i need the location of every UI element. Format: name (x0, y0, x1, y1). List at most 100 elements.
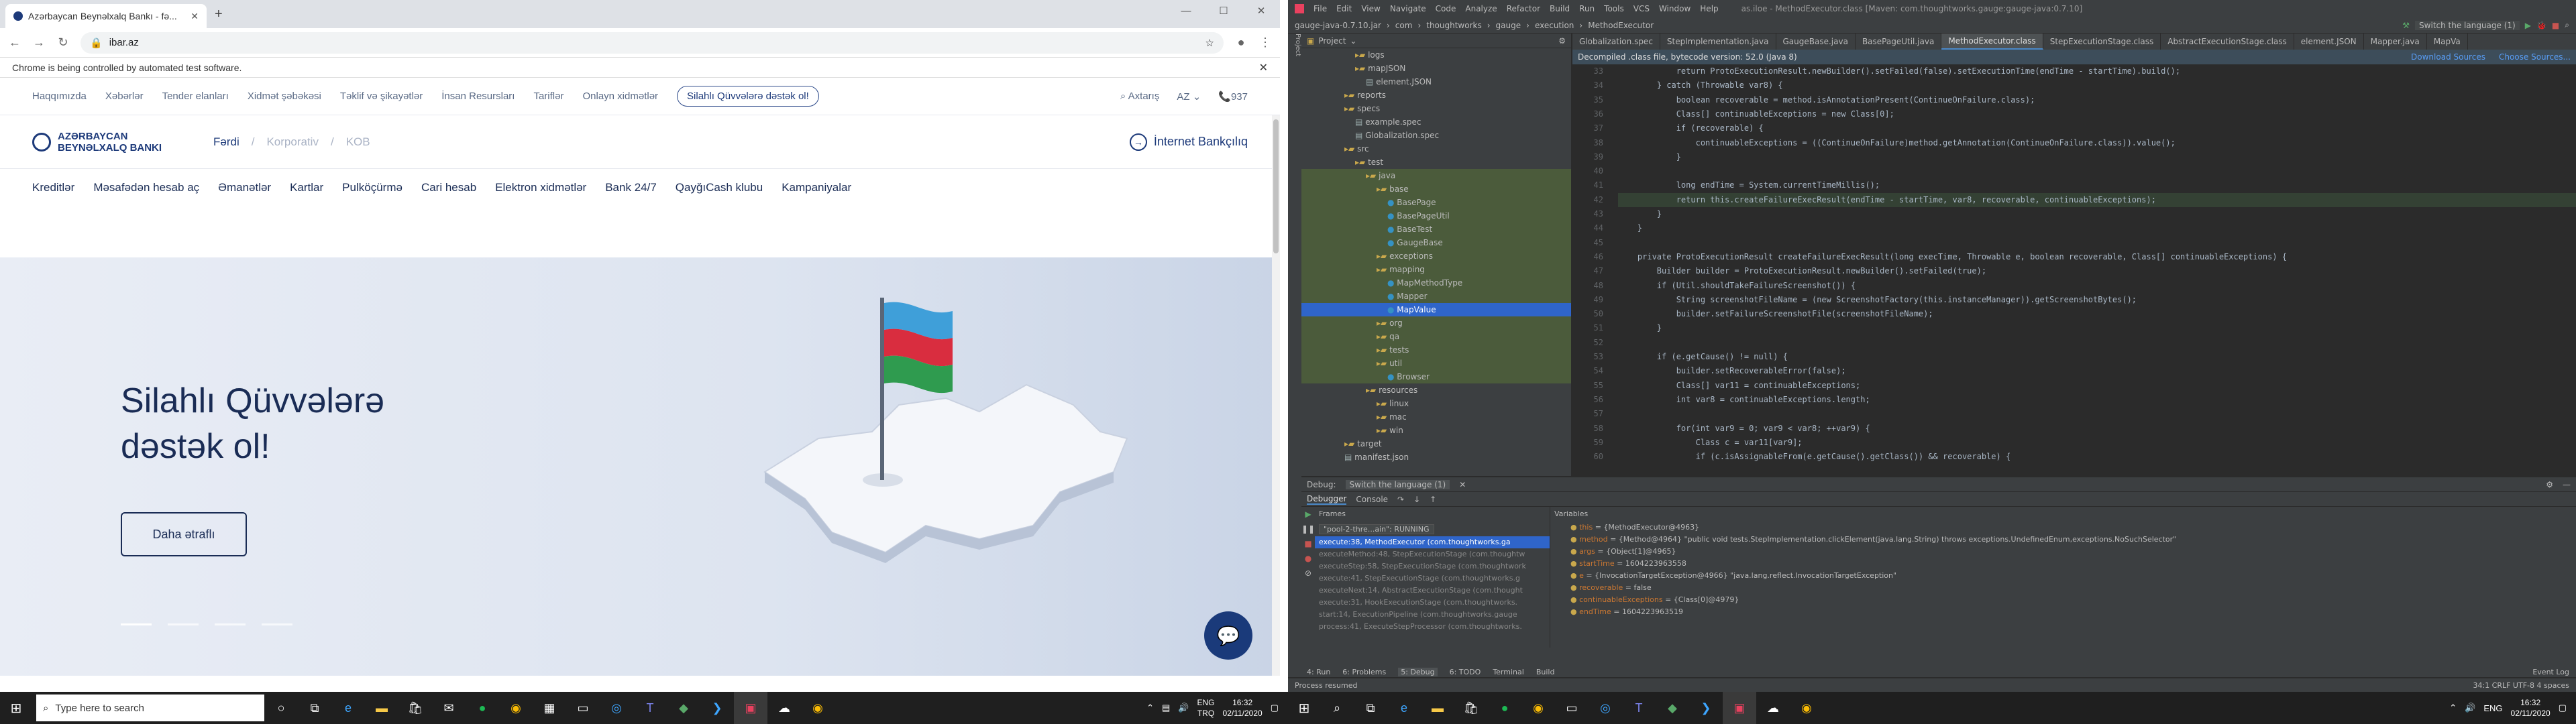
stack-frame[interactable]: execute:41, StepExecutionStage (com.thou… (1315, 572, 1550, 585)
editor-tab[interactable]: BasePageUtil.java (1856, 34, 1942, 50)
tree-node[interactable]: ▤ example.spec (1301, 115, 1571, 129)
tree-node[interactable]: ▸▰ win (1301, 424, 1571, 437)
chrome-icon[interactable]: ◉ (1790, 692, 1823, 724)
search-everywhere-icon[interactable]: ⌕ (2565, 20, 2569, 30)
tree-node[interactable]: ▸▰ specs (1301, 102, 1571, 115)
step-over-icon[interactable]: ↷ (1397, 495, 1404, 504)
tree-node[interactable]: ▸▰ reports (1301, 88, 1571, 102)
breadcrumb-item[interactable]: gauge (1496, 21, 1521, 30)
chrome-icon[interactable]: ◉ (801, 692, 835, 724)
edge-icon[interactable]: e (1387, 692, 1421, 724)
top-nav-item[interactable]: Təklif və şikayətlər (340, 90, 423, 102)
main-nav-item[interactable]: Kartlar (290, 181, 323, 194)
spotify-icon[interactable]: ● (1488, 692, 1521, 724)
breadcrumb-item[interactable]: thoughtworks (1426, 21, 1481, 30)
vscode-icon[interactable]: ❯ (700, 692, 734, 724)
segment-personal[interactable]: Fərdi (213, 135, 239, 149)
tree-node[interactable]: ▸▰ java (1301, 169, 1571, 182)
notifications-icon[interactable]: ▢ (1271, 703, 1279, 713)
variable-row[interactable]: ● continuableExceptions = {Class[0]@4979… (1550, 594, 2556, 606)
editor-tab[interactable]: element.JSON (2294, 34, 2364, 50)
chat-button[interactable]: 💬 (1204, 611, 1252, 660)
tree-node[interactable]: ▸▰ tests (1301, 343, 1571, 357)
terminal-icon[interactable]: ▭ (566, 692, 600, 724)
variable-row[interactable]: ● this = {MethodExecutor@4963} (1550, 522, 2556, 534)
tree-node[interactable]: ▸▰ mac (1301, 410, 1571, 424)
store-icon[interactable]: 🛍 (1454, 692, 1488, 724)
stack-frame[interactable]: process:41, ExecuteStepProcessor (com.th… (1315, 621, 1550, 633)
breadcrumb-item[interactable]: gauge-java-0.7.10.jar (1295, 21, 1381, 30)
menu-item[interactable]: View (1361, 4, 1380, 13)
breadcrumb-item[interactable]: com (1395, 21, 1413, 30)
stack-frame[interactable]: execute:38, MethodExecutor (com.thoughtw… (1315, 536, 1550, 548)
editor-tab[interactable]: StepExecutionStage.class (2043, 34, 2161, 50)
task-view-icon[interactable]: ⧉ (298, 692, 331, 724)
menu-item[interactable]: Build (1550, 4, 1570, 13)
app-icon[interactable]: ☁ (767, 692, 801, 724)
segment-sme[interactable]: KOB (346, 135, 370, 149)
menu-item[interactable]: Code (1436, 4, 1456, 13)
top-nav-item[interactable]: Onlayn xidmətlər (582, 90, 658, 102)
main-nav-item[interactable]: Məsafədən hesab aç (93, 181, 199, 194)
main-nav-item[interactable]: QayğıCash klubu (676, 181, 763, 194)
store-icon[interactable]: 🛍 (398, 692, 432, 724)
tree-node[interactable]: ● BaseTest (1301, 223, 1571, 236)
tray-chevron-icon[interactable]: ⌃ (2449, 703, 2457, 713)
tree-node[interactable]: ▤ element.JSON (1301, 75, 1571, 88)
star-icon[interactable]: ☆ (1205, 37, 1214, 49)
spotify-icon[interactable]: ● (466, 692, 499, 724)
stack-frame[interactable]: executeStep:58, StepExecutionStage (com.… (1315, 560, 1550, 572)
main-nav-item[interactable]: Kreditlər (32, 181, 74, 194)
menu-item[interactable]: Window (1659, 4, 1690, 13)
app-icon[interactable]: ▦ (533, 692, 566, 724)
back-icon[interactable]: ← (8, 36, 21, 50)
tree-node[interactable]: ▸▰ exceptions (1301, 249, 1571, 263)
git-icon[interactable]: ◆ (1656, 692, 1689, 724)
menu-item[interactable]: Edit (1336, 4, 1352, 13)
run-icon[interactable]: ▶ (2525, 21, 2531, 30)
chevron-down-icon[interactable]: ⌄ (1350, 36, 1356, 46)
tool-tab[interactable]: 6: Problems (1342, 668, 1386, 676)
top-nav-item[interactable]: Haqqımızda (32, 90, 87, 102)
tree-node[interactable]: ▸▰ util (1301, 357, 1571, 370)
tree-node[interactable]: ▸▰ qa (1301, 330, 1571, 343)
main-nav-item[interactable]: Əmanətlər (218, 181, 271, 194)
notifications-icon[interactable]: ▢ (2559, 703, 2567, 713)
project-panel-title[interactable]: Project (1318, 36, 1346, 46)
edge-icon[interactable]: e (331, 692, 365, 724)
tree-node[interactable]: ▤ manifest.json (1301, 450, 1571, 464)
editor-tab[interactable]: Mapper.java (2364, 34, 2427, 50)
top-nav-item[interactable]: Xəbərlər (105, 90, 144, 102)
language-select[interactable]: AZ ⌄ (1177, 90, 1201, 103)
reload-icon[interactable]: ↻ (56, 36, 70, 50)
segment-corporate[interactable]: Korporativ (266, 135, 318, 149)
tree-node[interactable]: ▸▰ linux (1301, 397, 1571, 410)
profile-icon[interactable]: ● (1234, 36, 1248, 50)
volume-icon[interactable]: 🔊 (1178, 703, 1189, 713)
explorer-icon[interactable]: ▬ (1421, 692, 1454, 724)
tree-node[interactable]: ● MapMethodType (1301, 276, 1571, 290)
volume-icon[interactable]: 🔊 (2465, 703, 2475, 713)
stack-frame[interactable]: executeNext:14, AbstractExecutionStage (… (1315, 585, 1550, 597)
page-scrollbar[interactable] (1272, 115, 1280, 676)
tree-node[interactable]: ▸▰ target (1301, 437, 1571, 450)
intellij-icon[interactable]: ▣ (1723, 692, 1756, 724)
menu-item[interactable]: Help (1700, 4, 1718, 13)
choose-sources-link[interactable]: Choose Sources... (2499, 52, 2571, 62)
variable-row[interactable]: ● recoverable = false (1550, 582, 2556, 594)
taskbar-search[interactable]: ⌕ Type here to search (36, 695, 264, 721)
slider-dot[interactable] (168, 623, 199, 625)
event-log-tab[interactable]: Event Log (2532, 668, 2576, 676)
breadcrumb-item[interactable]: execution (1535, 21, 1574, 30)
internet-banking-link[interactable]: → İnternet Bankçılıq (1129, 133, 1248, 151)
app-icon[interactable]: ☁ (1756, 692, 1790, 724)
hide-icon[interactable]: — (2563, 480, 2571, 489)
editor-tab[interactable]: AbstractExecutionStage.class (2161, 34, 2294, 50)
tree-node[interactable]: ● GaugeBase (1301, 236, 1571, 249)
slider-dot[interactable] (262, 623, 292, 625)
cortana-icon[interactable]: ○ (264, 692, 298, 724)
tree-node[interactable]: ▸▰ mapping (1301, 263, 1571, 276)
settings-gear-icon[interactable]: ⚙ (1558, 36, 1566, 46)
clock[interactable]: 16:32 02/11/2020 (2511, 697, 2551, 719)
minimize-icon[interactable]: — (1167, 0, 1205, 21)
